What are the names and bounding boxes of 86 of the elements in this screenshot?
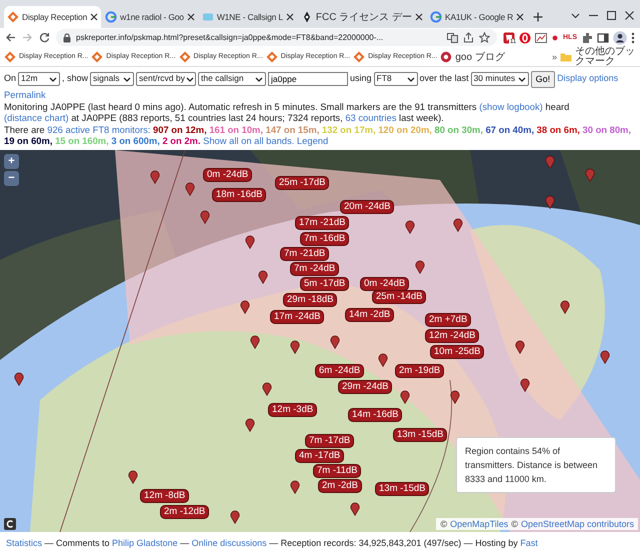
band-count: 30 on 80m, bbox=[582, 124, 631, 134]
signal-label[interactable]: 2m -2dB bbox=[318, 478, 362, 492]
mode-select[interactable]: FT8 bbox=[374, 72, 418, 86]
attribution-link[interactable]: OpenStreetMap contributors bbox=[520, 518, 634, 528]
monitor-summary-text: There are 926 active FT8 monitors: 907 on 12m, 161 on 10m, 147 on 15m, 132 on 17m, 120 on 20m, 80 on 30m, 67 on 40m, 38 on 6m, 30 on 80m, 19 on 60m, 15 on 160m, 3 on 600m, 2 on 2m. Show all on all bands. Legend bbox=[4, 124, 632, 146]
signal-label[interactable]: 20m -24dB bbox=[340, 200, 394, 214]
band-count: 19 on 60m, bbox=[4, 135, 52, 146]
permalink-link[interactable]: Permalink bbox=[4, 89, 46, 100]
signal-label[interactable]: 29m -24dB bbox=[338, 380, 392, 394]
text-link[interactable]: 63 countries bbox=[345, 112, 396, 123]
browser-tab[interactable]: KA1UK - Google R bbox=[426, 6, 528, 28]
show-all-link[interactable]: Show all on all bands. bbox=[203, 135, 294, 146]
on-label: On bbox=[4, 73, 16, 85]
more-bookmarks-button[interactable]: » bbox=[552, 52, 557, 62]
band-count: 15 on 160m, bbox=[55, 135, 109, 146]
signal-label[interactable]: 6m -24dB bbox=[315, 364, 364, 378]
band-count: 147 on 15m, bbox=[266, 124, 320, 134]
display-options-link[interactable]: Display options bbox=[557, 73, 618, 85]
signal-label[interactable]: 10m -25dB bbox=[430, 344, 484, 358]
band-count: 132 on 17m, bbox=[322, 124, 376, 134]
using-label: using bbox=[350, 73, 372, 85]
signal-label[interactable]: 0m -24dB bbox=[203, 168, 252, 182]
zoom-in-button[interactable]: + bbox=[4, 154, 19, 168]
signal-label[interactable]: 13m -15dB bbox=[393, 428, 448, 442]
address-bar[interactable]: pskreporter.info/pskmap.html?preset&callsign=ja0ppe&mode=FT8&band=22000000-... bbox=[56, 29, 497, 46]
legend-link[interactable]: Legend bbox=[296, 135, 328, 146]
bookmark[interactable]: goo ブログ bbox=[440, 50, 505, 64]
go-button[interactable]: Go! bbox=[530, 70, 556, 88]
browser-tab[interactable]: w1ne radiol - Goo bbox=[102, 6, 198, 28]
signal-label[interactable]: 12m -8dB bbox=[140, 488, 190, 502]
band-count: 67 on 40m, bbox=[486, 124, 534, 134]
band-count: 38 on 6m, bbox=[536, 124, 580, 134]
signal-label[interactable]: 5m -17dB bbox=[300, 276, 350, 290]
signal-label[interactable]: 2m -12dB bbox=[160, 504, 210, 518]
browser-tab[interactable]: Display Reception bbox=[4, 6, 102, 28]
signal-label[interactable]: 17m -24dB bbox=[270, 310, 324, 324]
signal-label[interactable]: 7m -16dB bbox=[300, 232, 350, 246]
period-select[interactable]: 30 minutes bbox=[470, 72, 529, 86]
signal-label[interactable]: 25m -17dB bbox=[275, 176, 330, 190]
band-count: 3 on 600m, bbox=[111, 135, 160, 146]
other-bookmarks-folder[interactable]: その他のブックマーク bbox=[560, 47, 636, 66]
signal-label[interactable]: 2m +7dB bbox=[425, 312, 472, 326]
signal-label[interactable]: 12m -24dB bbox=[425, 328, 480, 342]
signal-label[interactable]: 29m -18dB bbox=[283, 292, 338, 306]
footer-link[interactable]: Fast bbox=[520, 538, 538, 548]
signal-label[interactable]: 12m -3dB bbox=[268, 402, 318, 416]
footer-link[interactable]: Statistics bbox=[6, 538, 42, 548]
footer-link[interactable]: Online discussions bbox=[192, 538, 267, 548]
band-count: 161 on 10m, bbox=[209, 124, 264, 134]
signal-label[interactable]: 4m -17dB bbox=[295, 448, 344, 462]
signal-label[interactable]: 7m -17dB bbox=[305, 434, 354, 448]
copyright-symbol: © bbox=[440, 518, 448, 528]
signal-label[interactable]: 7m -11dB bbox=[313, 464, 362, 478]
attribution-link[interactable]: OpenMapTiles bbox=[450, 518, 508, 528]
over-label: over the last bbox=[420, 73, 469, 85]
monitors-link[interactable]: 926 active FT8 monitors: bbox=[47, 124, 150, 134]
footer-link[interactable]: Philip Gladstone bbox=[112, 538, 178, 548]
text-link[interactable]: (distance chart) bbox=[4, 112, 69, 123]
signal-label[interactable]: 7m -21dB bbox=[280, 246, 330, 260]
monitoring-text: Monitoring JA0PPE (last heard 0 mins ago). Automatic refresh in 5 minutes. Small markers are the 91 transmitters (show logbook) heard (distance chart) at JA0PPE (883 reports, 51 countries last 24 hours; 7324 reports, 63 countries last week). bbox=[4, 100, 570, 124]
band-count: 120 on 20m, bbox=[378, 124, 432, 134]
signal-label[interactable]: 0m -24dB bbox=[360, 276, 410, 290]
band-count: 2 on 2m. bbox=[162, 135, 200, 146]
signal-label[interactable]: 18m -16dB bbox=[212, 188, 266, 202]
text-link[interactable]: (show logbook) bbox=[479, 100, 543, 112]
band-count: 80 on 30m, bbox=[434, 124, 483, 134]
signal-label[interactable]: 14m -2dB bbox=[345, 308, 394, 322]
direction-select[interactable]: sent/rcvd by bbox=[136, 72, 196, 86]
show-select[interactable]: signals bbox=[90, 72, 134, 86]
copyright-symbol: © bbox=[511, 518, 518, 528]
band-count: 907 on 12m, bbox=[153, 124, 207, 134]
target-select[interactable]: the callsign bbox=[198, 72, 266, 86]
browser-tab[interactable]: W1NE - Callsign L bbox=[198, 6, 297, 28]
callsign-field[interactable]: ja0ppe bbox=[268, 72, 348, 86]
show-label: , show bbox=[62, 73, 88, 85]
signal-label[interactable]: 14m -16dB bbox=[348, 408, 402, 422]
signal-label[interactable]: 13m -15dB bbox=[375, 482, 430, 496]
zoom-out-button[interactable]: − bbox=[4, 170, 19, 186]
footer-text: Statistics — Comments to Philip Gladstone — Online discussions — Reception records: 34,925,843,201 (497/sec) — Hosting by Fast bbox=[5, 536, 539, 550]
region-tooltip: Region contains 54% of transmitters. Distance is between 8333 and 11000 km. bbox=[456, 436, 616, 492]
signal-label[interactable]: 17m -21dB bbox=[295, 216, 350, 230]
browser-tab[interactable]: FCC ライセンス デー bbox=[298, 6, 426, 28]
signal-label[interactable]: 25m -14dB bbox=[372, 290, 426, 304]
signal-label[interactable]: 7m -24dB bbox=[290, 262, 340, 276]
band-select[interactable]: 12m bbox=[18, 72, 60, 86]
signal-label[interactable]: 2m -19dB bbox=[395, 364, 444, 378]
